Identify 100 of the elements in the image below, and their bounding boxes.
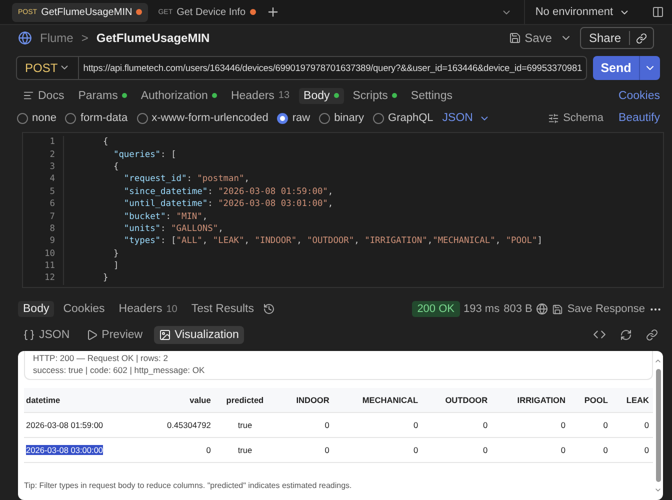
table-cell: 0 — [560, 444, 566, 455]
line-number: 8 — [48, 222, 56, 236]
status-badge: 200 OK — [412, 301, 460, 318]
table-cell: 0 — [644, 420, 649, 430]
table-cell: 0 — [644, 444, 649, 455]
table-cell: 2026-03-08 01:59:00 — [26, 420, 104, 430]
code-line: "queries": [ — [112, 148, 176, 161]
code-icon[interactable] — [593, 328, 606, 342]
column-header: INDOOR — [277, 388, 334, 412]
sliders-icon[interactable] — [548, 112, 560, 124]
body-type-radio[interactable]: GraphQL — [373, 112, 434, 124]
http-icon — [18, 31, 32, 46]
code-line: } — [103, 272, 108, 285]
column-header: LEAK — [612, 388, 653, 412]
globe-icon[interactable] — [536, 303, 548, 316]
add-tab-icon[interactable] — [266, 5, 280, 19]
body-type-radio[interactable]: none — [17, 112, 56, 124]
body-type-radio[interactable]: binary — [319, 112, 364, 124]
column-header: predicted — [214, 388, 278, 412]
code-line: "since_datetime": "2026-03-08 01:59:00", — [122, 186, 334, 198]
table-cell: 0 — [482, 420, 488, 430]
table-cell: 0 — [324, 444, 330, 455]
code-line: "request_id": "postman", — [122, 173, 250, 186]
method-select[interactable]: POST — [17, 56, 80, 79]
table-cell: 2026-03-08 03:00:00 — [26, 444, 104, 455]
code-line: } — [112, 248, 119, 260]
view-tab[interactable]: Visualization — [154, 326, 244, 344]
scrollbar-thumb[interactable] — [656, 368, 660, 482]
line-number: 6 — [48, 198, 56, 211]
share-button[interactable]: Share — [580, 27, 654, 50]
response-size: 803 B — [504, 303, 532, 316]
summary-text: success: true | code: 602 | http_message: OK — [33, 364, 206, 376]
line-number: 9 — [48, 235, 56, 248]
code-line: { — [112, 160, 119, 174]
request-section-tab[interactable]: Body — [298, 88, 344, 104]
column-header: OUTDOOR — [422, 388, 492, 412]
code-line: "types": ["ALL", "LEAK", "INDOOR", "OUTDOOR", "IRRIGATION","MECHANICAL", "POOL"] — [122, 235, 542, 248]
request-section-tab[interactable]: Scripts — [348, 88, 402, 104]
request-section-tab[interactable]: Settings — [406, 88, 458, 104]
link-icon[interactable] — [646, 328, 658, 341]
line-number: 11 — [44, 260, 56, 272]
url-field[interactable]: https://api.flumetech.com/users/163446/devices/6990197978701637389/query?&&user_id=163446&device_id=69953370981 — [79, 56, 586, 79]
line-number: 7 — [48, 210, 56, 223]
send-button[interactable]: Send — [593, 56, 660, 80]
code-line: { — [103, 136, 108, 149]
line-number: 5 — [48, 186, 56, 198]
line-number: 12 — [44, 272, 56, 285]
summary-text: HTTP: 200 — Request OK | rows: 2 — [33, 352, 169, 364]
response-tab[interactable]: Cookies — [58, 301, 110, 318]
code-line: "until_datetime": "2026-03-08 03:01:00", — [122, 198, 334, 211]
collection-name[interactable]: Flume — [40, 31, 74, 46]
request-section-tab[interactable]: Params — [73, 88, 132, 104]
table-cell: 0 — [603, 420, 608, 430]
image-icon[interactable] — [158, 328, 171, 341]
body-type-radio[interactable]: x-www-form-urlencoded — [136, 112, 268, 124]
beautify-link[interactable]: Beautify — [618, 112, 660, 124]
request-section-tab[interactable]: Docs — [18, 88, 70, 104]
panel-icon[interactable] — [652, 6, 664, 18]
save-response-button[interactable]: Save Response — [552, 303, 645, 316]
format-select[interactable]: JSON — [442, 112, 490, 124]
table-cell: true — [238, 444, 252, 455]
schema-button[interactable]: Schema — [548, 112, 604, 124]
column-header: datetime — [24, 388, 144, 412]
table-cell: 0 — [324, 420, 330, 430]
link-icon[interactable] — [636, 32, 647, 44]
table-cell: 0 — [413, 444, 418, 455]
save-icon[interactable] — [508, 32, 521, 44]
play-icon[interactable] — [86, 328, 98, 341]
docs-icon[interactable] — [23, 90, 34, 102]
column-header: value — [143, 388, 215, 412]
environment-select[interactable]: No environment — [524, 0, 640, 24]
request-name: GetFlumeUsageMIN — [96, 31, 210, 46]
request-section-tab[interactable]: Headers 13 — [226, 88, 295, 104]
column-header: MECHANICAL — [333, 388, 422, 412]
table-cell: 0 — [482, 444, 488, 455]
line-number: 3 — [48, 160, 56, 174]
line-number: 10 — [44, 248, 56, 260]
request-section-tab[interactable]: Authorization — [136, 88, 222, 104]
response-tab[interactable]: Test Results — [186, 301, 260, 318]
line-number: 4 — [48, 173, 56, 186]
cookies-link[interactable]: Cookies — [618, 90, 660, 102]
save-button[interactable]: Save — [508, 31, 552, 46]
code-line: ] — [112, 260, 119, 272]
body-type-radio[interactable]: raw — [277, 112, 310, 124]
code-line: "units": "GALLONS", — [122, 222, 224, 236]
table-cell: 0.45304792 — [166, 420, 211, 430]
braces-icon[interactable] — [23, 328, 35, 341]
history-icon[interactable] — [263, 303, 276, 316]
response-tab[interactable]: Headers 10 — [114, 301, 182, 318]
table-cell: 0 — [413, 420, 418, 430]
save-icon[interactable] — [552, 304, 564, 315]
scroll-down-icon[interactable] — [654, 486, 662, 494]
response-time: 193 ms — [464, 303, 500, 316]
line-number: 1 — [48, 136, 56, 149]
response-tab[interactable]: Body — [18, 301, 54, 318]
breadcrumb-separator: > — [81, 31, 88, 46]
view-tab[interactable]: Preview — [80, 326, 148, 344]
view-tab[interactable]: JSON — [18, 326, 75, 344]
refresh-icon[interactable] — [620, 328, 632, 341]
body-type-radio[interactable]: form-data — [65, 112, 128, 124]
